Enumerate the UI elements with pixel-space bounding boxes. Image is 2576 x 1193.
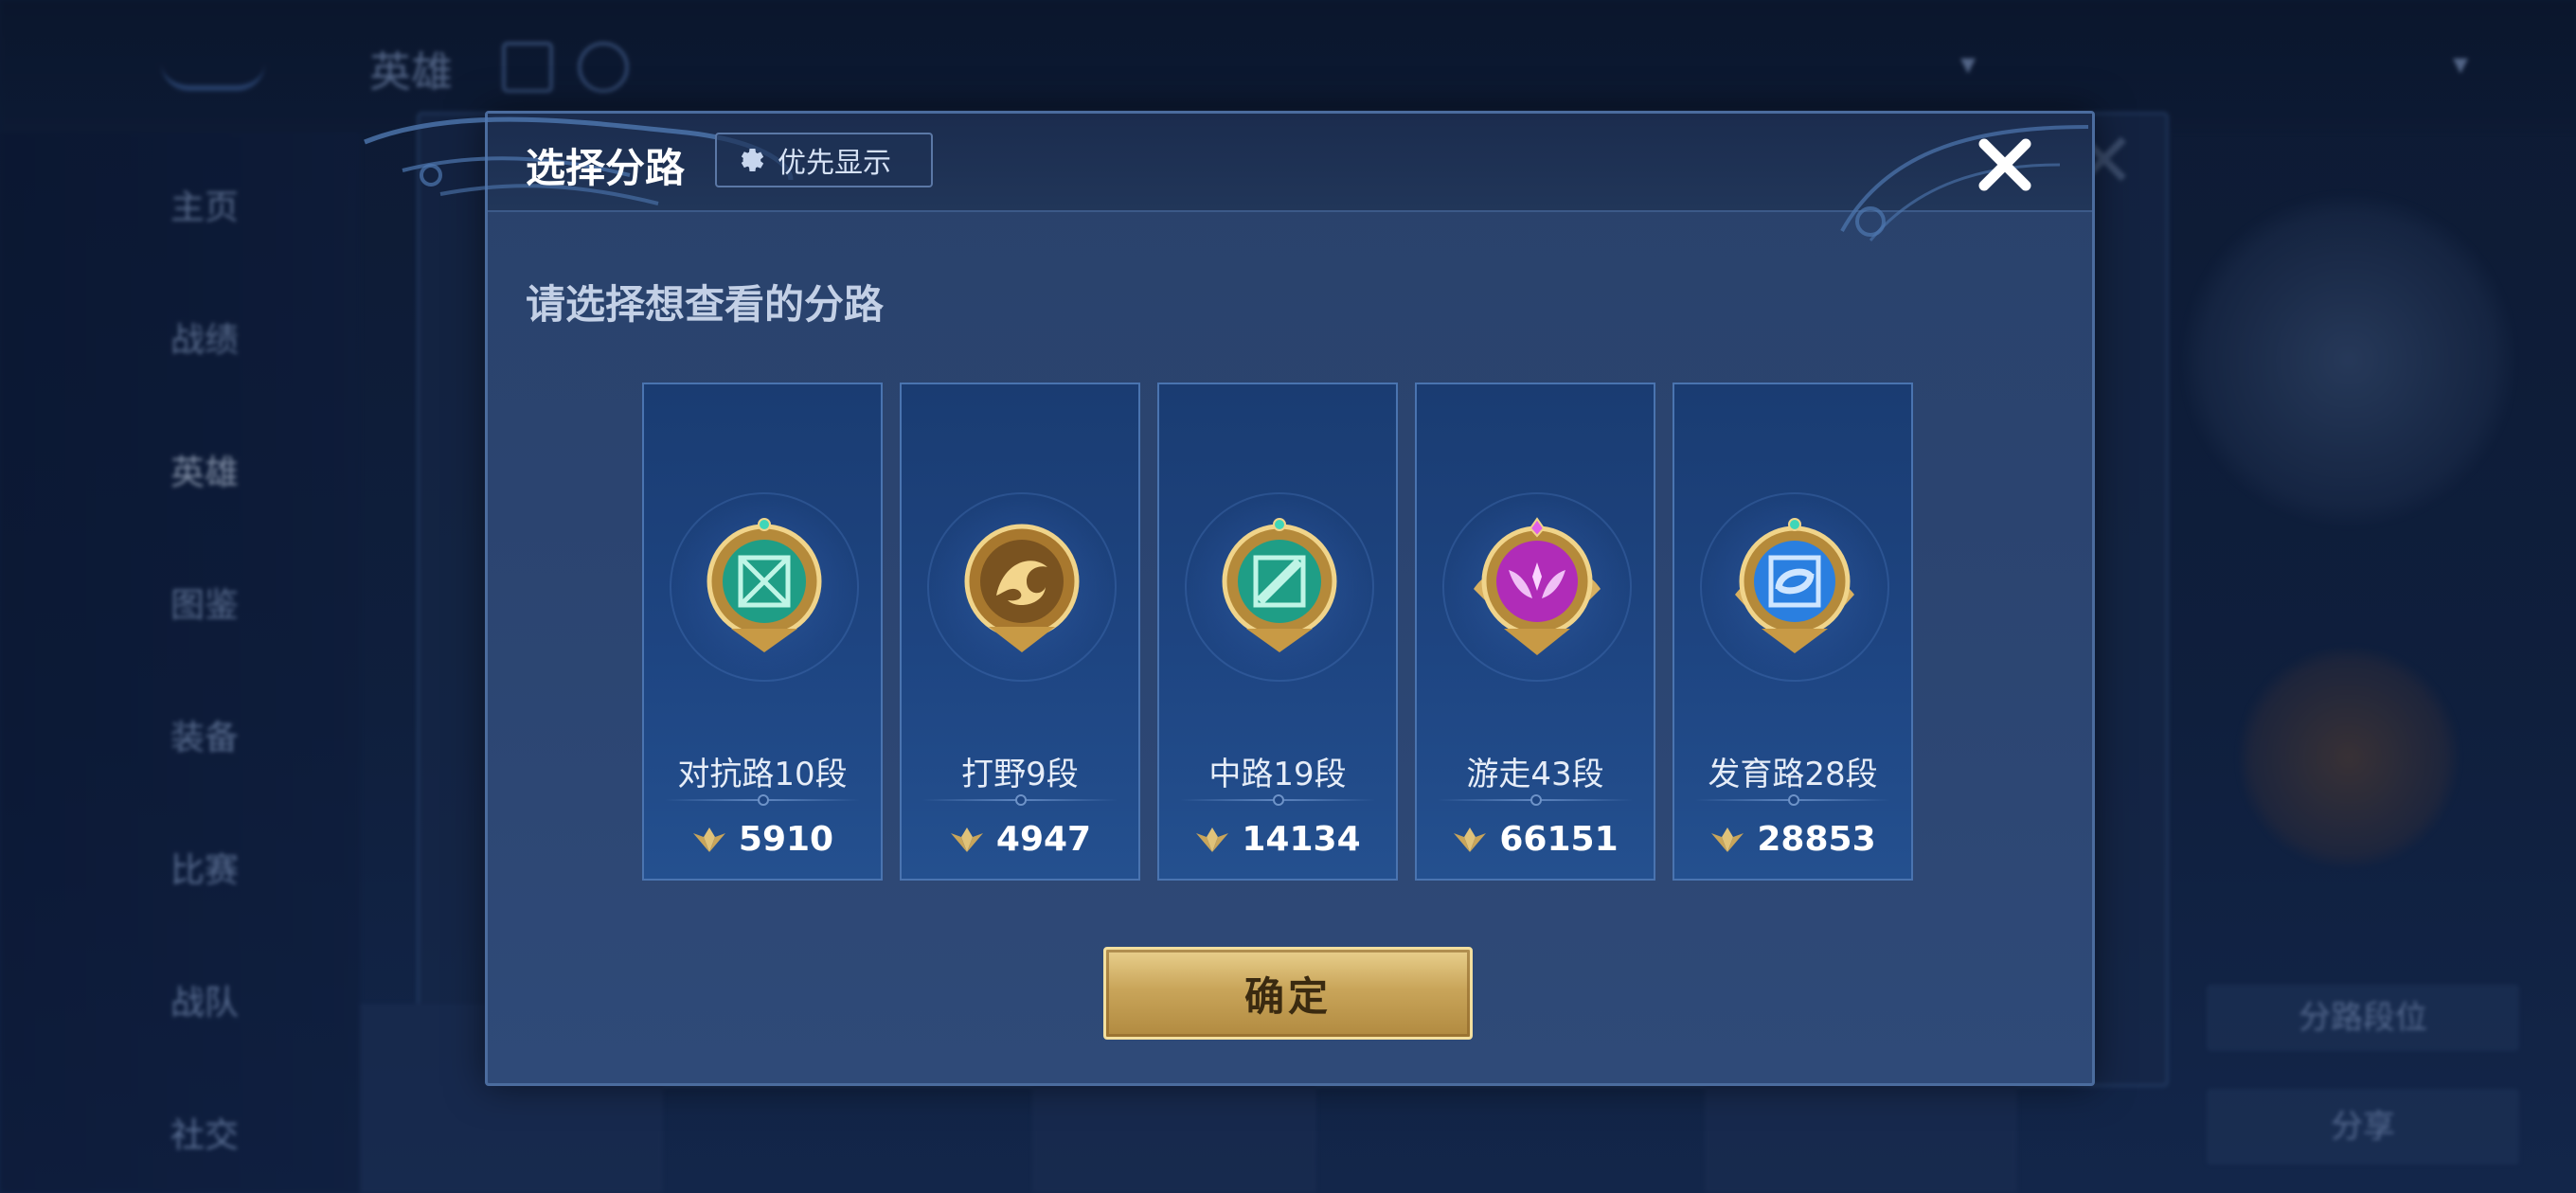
lane-score-row: 4947 [902, 820, 1138, 859]
sidebar-item: 英雄 [170, 454, 240, 492]
background-rank-emblem-2 [2235, 644, 2462, 871]
priority-display-label: 优先显示 [778, 147, 891, 180]
lane-name: 发育路28段 [1708, 756, 1878, 793]
lane-card-jungle[interactable]: 打野9段 4947 [900, 383, 1140, 881]
confirm-button[interactable]: 确定 [1103, 947, 1473, 1040]
power-score-icon [1196, 827, 1229, 852]
background-person-icon [578, 42, 629, 93]
gear-icon [741, 149, 764, 171]
lane-name: 打野9段 [961, 756, 1079, 793]
lane-score-row: 14134 [1159, 820, 1396, 859]
lane-score: 66151 [1499, 820, 1619, 859]
lane-name: 对抗路10段 [677, 756, 848, 793]
power-score-icon [692, 827, 725, 852]
divider [1695, 794, 1890, 806]
mid-lane-badge-icon [1222, 518, 1337, 652]
sidebar-item: 图鉴 [170, 586, 240, 625]
sidebar-item: 装备 [170, 719, 240, 757]
close-button[interactable] [1967, 127, 2043, 203]
background-sidebar: 主页 战绩 英雄 图鉴 装备 比赛 战队 社交 [0, 133, 360, 1193]
sidebar-item: 战队 [170, 984, 240, 1023]
power-score-icon [1454, 827, 1487, 852]
lane-card-roam[interactable]: 游走43段 66151 [1415, 383, 1655, 881]
clash-lane-badge-icon [707, 518, 822, 652]
divider [1438, 794, 1633, 806]
divider [1180, 794, 1375, 806]
background-top-title: 英雄 [369, 48, 453, 97]
lane-name: 中路19段 [1208, 756, 1347, 793]
lane-score: 14134 [1242, 820, 1361, 859]
jungle-dragon-badge-icon [964, 524, 1080, 652]
farm-lane-badge-icon [1735, 518, 1854, 653]
sidebar-item: 社交 [170, 1116, 240, 1155]
background-grid-icon [502, 42, 553, 93]
priority-display-button[interactable]: 优先显示 [715, 133, 933, 187]
background-rank-emblem [2178, 189, 2519, 530]
power-score-icon [1711, 827, 1744, 852]
roam-badge-icon [1474, 517, 1601, 655]
lane-card-list: 对抗路10段 5910 打野9段 4947 中路19段 14134 游走43段 … [642, 383, 1913, 881]
lane-card-farm[interactable]: 发育路28段 28853 [1673, 383, 1913, 881]
lane-score-row: 28853 [1674, 820, 1911, 859]
lane-card-mid[interactable]: 中路19段 14134 [1157, 383, 1398, 881]
close-icon [1978, 138, 2031, 191]
power-score-icon [950, 827, 983, 852]
dialog-subtitle: 请选择想查看的分路 [526, 281, 885, 328]
lane-score-row: 66151 [1417, 820, 1654, 859]
sidebar-item: 主页 [170, 188, 240, 227]
background-lane-rank-label: 分路段位 [2299, 999, 2427, 1037]
lane-score: 4947 [995, 820, 1092, 859]
dialog-title: 选择分路 [526, 145, 686, 191]
divider [665, 794, 860, 806]
lane-name: 游走43段 [1466, 756, 1604, 793]
background-select-1: ▾ [1960, 45, 1977, 81]
lane-card-clash[interactable]: 对抗路10段 5910 [642, 383, 883, 881]
lane-score: 5910 [738, 820, 834, 859]
game-logo [161, 38, 265, 91]
lane-score-row: 5910 [644, 820, 881, 859]
background-share-label: 分享 [2331, 1108, 2395, 1146]
background-lane-rank-button: 分路段位 [2207, 985, 2519, 1051]
confirm-label: 确定 [1243, 972, 1332, 1020]
sidebar-item: 战绩 [170, 321, 240, 360]
background-select-2: ▾ [2453, 45, 2469, 81]
background-share-button: 分享 [2207, 1089, 2519, 1165]
sidebar-item: 比赛 [170, 851, 240, 890]
lane-score: 28853 [1757, 820, 1876, 859]
divider [922, 794, 1118, 806]
lane-select-dialog: 选择分路 优先显示 请选择想查看的分路 对抗路10段 5910 打野9段 494… [364, 111, 2095, 1086]
